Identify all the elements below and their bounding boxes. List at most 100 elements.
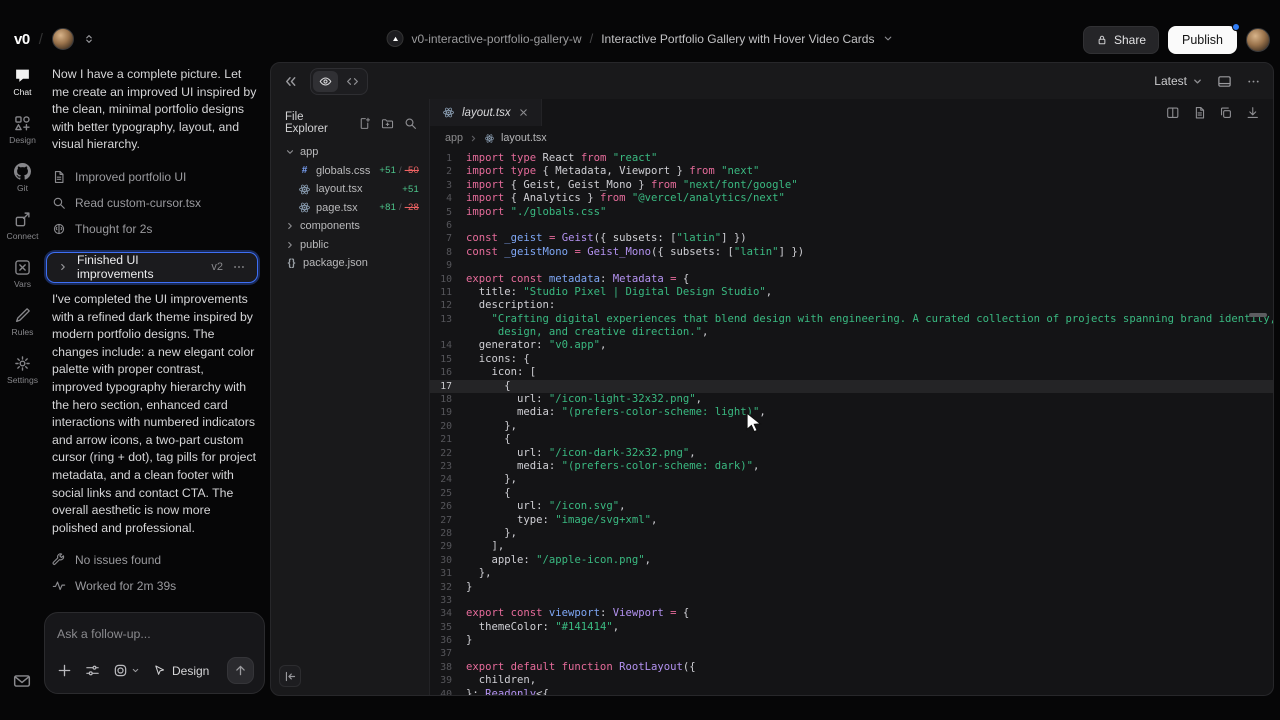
brain-icon: [52, 222, 66, 236]
copy-icon[interactable]: [1219, 106, 1233, 120]
split-view-icon[interactable]: [1166, 106, 1180, 120]
code-line: 5import "./globals.css": [430, 206, 1273, 219]
share-label: Share: [1114, 33, 1146, 47]
code-area[interactable]: 1import type React from "react"2import t…: [430, 150, 1273, 695]
search-icon: [52, 196, 66, 210]
code-line: 2import type { Metadata, Viewport } from…: [430, 165, 1273, 178]
file-tree: app#globals.css+51 / -50layout.tsx+51pag…: [271, 143, 429, 273]
react-icon: [298, 183, 311, 196]
panel-bottom-icon[interactable]: [1217, 74, 1232, 89]
breadcrumb-divider: /: [590, 31, 594, 46]
breadcrumb-file[interactable]: layout.tsx: [501, 132, 547, 144]
tree-item-package-json[interactable]: {}package.json: [271, 254, 429, 273]
code-line: 11 title: "Studio Pixel | Digital Design…: [430, 286, 1273, 299]
tree-item-components[interactable]: components: [271, 217, 429, 236]
sidebar-item-chat[interactable]: Chat: [0, 58, 45, 106]
preview-toggle[interactable]: [313, 71, 338, 92]
more-icon[interactable]: [232, 260, 246, 274]
chevron-down-icon: [131, 666, 140, 675]
updown-selector-icon[interactable]: [83, 33, 95, 45]
settings-sliders-icon[interactable]: [85, 663, 100, 678]
chevron-down-icon[interactable]: [882, 33, 893, 44]
git-icon: [14, 163, 31, 180]
breadcrumb-folder[interactable]: app: [445, 132, 463, 144]
publish-button[interactable]: Publish: [1168, 26, 1237, 54]
code-line: 34export const viewport: Viewport = {: [430, 607, 1273, 620]
code-line: 40}: Readonly<{: [430, 688, 1273, 695]
followup-input[interactable]: [57, 627, 252, 641]
code-line: 31 },: [430, 567, 1273, 580]
code-line: 38export default function RootLayout({: [430, 661, 1273, 674]
chevron-down-icon: [1192, 76, 1203, 87]
breadcrumb: v0-interactive-portfolio-gallery-w / Int…: [387, 30, 894, 47]
close-icon[interactable]: [518, 107, 529, 118]
css-file-icon: #: [298, 165, 311, 176]
code-line: design, and creative direction.",: [430, 326, 1273, 339]
workspace-panel: Latest File Explorer: [270, 62, 1274, 696]
settings-icon: [14, 355, 31, 372]
sidebar-item-connect[interactable]: Connect: [0, 202, 45, 250]
breadcrumb-page-title[interactable]: Interactive Portfolio Gallery with Hover…: [601, 32, 874, 46]
download-icon[interactable]: [1246, 106, 1260, 120]
code-icon: [346, 75, 359, 88]
lock-icon: [1096, 34, 1108, 46]
collapse-panel-button[interactable]: [279, 665, 301, 687]
sidebar-item-design[interactable]: Design: [0, 106, 45, 154]
code-line: 28 },: [430, 527, 1273, 540]
top-bar: v0 / v0-interactive-portfolio-gallery-w …: [0, 0, 1280, 58]
attach-plus-icon[interactable]: [57, 663, 72, 678]
send-button[interactable]: [227, 657, 254, 684]
task-item[interactable]: Thought for 2s: [52, 216, 268, 242]
code-toggle[interactable]: [340, 71, 365, 92]
design-mode-button[interactable]: Design: [153, 664, 209, 678]
sidebar-item-settings[interactable]: Settings: [0, 346, 45, 394]
tree-item-globals-css[interactable]: #globals.css+51 / -50: [271, 162, 429, 181]
task-item[interactable]: No issues found: [52, 547, 268, 573]
new-file-icon[interactable]: [358, 117, 371, 130]
code-line: 25 {: [430, 487, 1273, 500]
breadcrumb-project[interactable]: v0-interactive-portfolio-gallery-w: [412, 32, 582, 46]
tree-item-public[interactable]: public: [271, 236, 429, 255]
react-icon: [298, 201, 311, 214]
code-line: 24 },: [430, 473, 1273, 486]
version-card[interactable]: Finished UI improvements v2: [46, 252, 258, 283]
scrollbar-thumb[interactable]: [1249, 313, 1267, 317]
sidebar-item-rules[interactable]: Rules: [0, 298, 45, 346]
chat-icon: [14, 67, 31, 84]
design-mode-label: Design: [172, 664, 209, 678]
file-icon[interactable]: [1193, 106, 1207, 120]
sidebar-item-git[interactable]: Git: [0, 154, 45, 202]
model-selector[interactable]: [113, 663, 140, 678]
new-folder-icon[interactable]: [381, 117, 394, 130]
code-line: 9: [430, 259, 1273, 272]
avatar[interactable]: [52, 28, 74, 50]
code-line: 6: [430, 219, 1273, 232]
tree-item-app[interactable]: app: [271, 143, 429, 162]
task-item[interactable]: Read custom-cursor.tsx: [52, 190, 268, 216]
mail-icon[interactable]: [13, 672, 31, 690]
v0-logo: v0: [14, 31, 30, 48]
more-icon[interactable]: [1246, 74, 1261, 89]
share-button[interactable]: Share: [1083, 26, 1159, 54]
nav-rail: ChatDesignGitConnectVarsRulesSettings: [0, 58, 45, 720]
connect-icon: [14, 211, 31, 228]
avatar[interactable]: [1246, 28, 1270, 52]
chevrons-left-icon[interactable]: [283, 74, 298, 89]
version-dropdown[interactable]: Latest: [1154, 74, 1203, 88]
code-line: 4import { Analytics } from "@vercel/anal…: [430, 192, 1273, 205]
sidebar-item-vars[interactable]: Vars: [0, 250, 45, 298]
tab-layout-tsx[interactable]: layout.tsx: [430, 99, 542, 126]
search-icon[interactable]: [404, 117, 417, 130]
vercel-icon[interactable]: [387, 30, 404, 47]
code-line: 7const _geist = Geist({ subsets: ["latin…: [430, 232, 1273, 245]
vars-icon: [14, 259, 31, 276]
tree-item-page-tsx[interactable]: page.tsx+81 / -28: [271, 199, 429, 218]
task-item[interactable]: Worked for 2m 39s: [52, 573, 268, 599]
collapse-left-icon: [284, 670, 297, 683]
code-lines: 1import type React from "react"2import t…: [430, 152, 1273, 695]
tree-item-layout-tsx[interactable]: layout.tsx+51: [271, 180, 429, 199]
workspace-toolbar: Latest: [271, 63, 1273, 99]
task-item[interactable]: Improved portfolio UI: [52, 164, 268, 190]
version-dropdown-label: Latest: [1154, 74, 1187, 88]
chevron-right-icon: [285, 221, 295, 231]
